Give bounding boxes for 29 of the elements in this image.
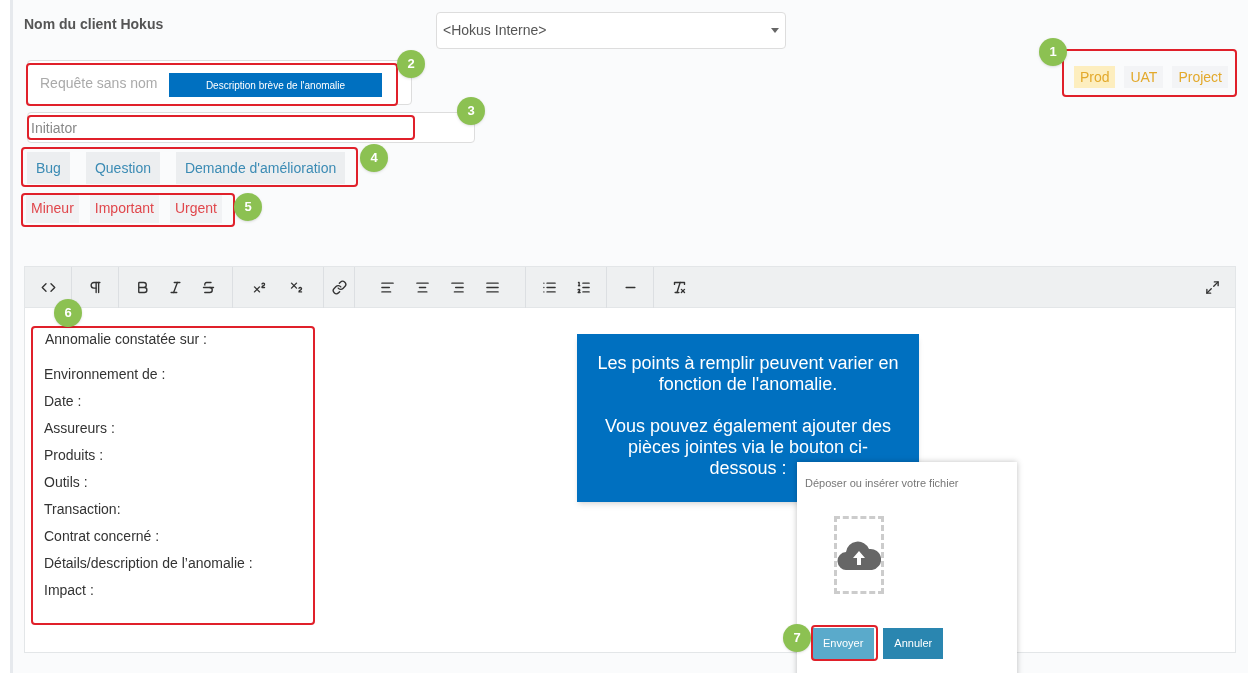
priority-option[interactable]: Urgent bbox=[169, 193, 222, 223]
editor-line: Date : bbox=[44, 392, 82, 411]
highlight-frame bbox=[811, 625, 878, 661]
caret-icon bbox=[771, 28, 779, 33]
type-option[interactable]: Bug bbox=[27, 152, 70, 184]
editor-line: Environnement de : bbox=[44, 365, 166, 384]
drop-zone[interactable] bbox=[834, 515, 884, 594]
cancel-button[interactable]: Annuler bbox=[883, 627, 944, 659]
type-option[interactable]: Demande d'amélioration bbox=[175, 152, 346, 184]
environment-option[interactable]: Prod bbox=[1073, 66, 1116, 88]
editor-line: Assureurs : bbox=[44, 419, 115, 438]
client-select[interactable]: <Hokus Interne> bbox=[436, 12, 786, 49]
send-button[interactable]: Envoyer bbox=[812, 627, 875, 659]
editor-line: Impact : bbox=[44, 581, 94, 600]
editor-line: Transaction: bbox=[44, 500, 121, 519]
upload-title: Déposer ou insérer votre fichier bbox=[805, 476, 960, 491]
type-option[interactable]: Question bbox=[85, 152, 160, 184]
editor-line: Produits : bbox=[44, 446, 104, 465]
environment-option[interactable]: Project bbox=[1172, 66, 1228, 88]
editor-line: Détails/description de l’anomalie : bbox=[44, 554, 253, 573]
editor-line: Contrat concerné : bbox=[44, 527, 160, 546]
client-label: Nom du client Hokus bbox=[24, 15, 165, 34]
cloud-upload-icon bbox=[837, 539, 881, 570]
editor-line: Outils : bbox=[44, 473, 88, 492]
priority-option[interactable]: Important bbox=[89, 193, 159, 223]
hint-label: Description brève de l'anomalie bbox=[169, 73, 382, 97]
environment-option[interactable]: UAT bbox=[1124, 66, 1164, 88]
priority-option[interactable]: Mineur bbox=[26, 193, 79, 223]
editor-line: Annomalie constatée sur : bbox=[45, 330, 207, 349]
